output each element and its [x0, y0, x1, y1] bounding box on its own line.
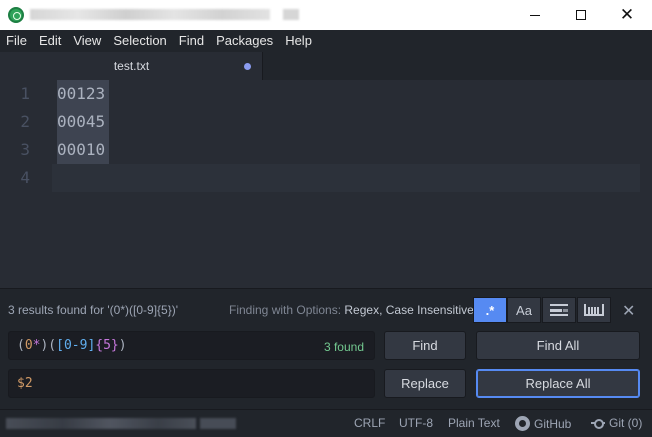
code-line[interactable]: 00010 [57, 136, 105, 164]
git-panel-button[interactable]: Git (0) [591, 416, 642, 430]
menu-edit[interactable]: Edit [33, 30, 67, 52]
find-options-summary: Finding with Options: Regex, Case Insens… [229, 303, 474, 317]
find-all-button[interactable]: Find All [476, 331, 640, 360]
tab-test-txt[interactable]: test.txt [0, 52, 263, 80]
menu-find[interactable]: Find [173, 30, 210, 52]
window-title-redacted-tail [283, 9, 299, 20]
query-token: )( [40, 338, 57, 353]
github-panel-button[interactable]: GitHub [515, 416, 571, 431]
close-icon: ✕ [619, 4, 635, 25]
menu-bar: File Edit View Selection Find Packages H… [0, 30, 652, 52]
found-count-badge: 3 found [323, 340, 364, 354]
replace-value-text[interactable]: $2 [17, 376, 33, 391]
github-label: GitHub [534, 416, 572, 431]
find-options-value: Regex, Case Insensitive [344, 303, 474, 317]
case-sensitive-toggle-button[interactable]: Aa [507, 297, 541, 323]
line-number: 2 [20, 112, 30, 131]
cursor-line-highlight [52, 164, 640, 192]
modified-dot-icon[interactable] [244, 63, 251, 70]
line-number: 3 [20, 140, 30, 159]
case-sensitive-icon: Aa [516, 302, 532, 318]
whole-word-toggle-button[interactable] [577, 297, 611, 323]
maximize-button[interactable] [558, 0, 604, 30]
menu-packages[interactable]: Packages [210, 30, 279, 52]
window-title-redacted [30, 9, 270, 20]
query-token: {5} [95, 338, 119, 353]
line-number: 4 [20, 168, 30, 187]
tab-bar: test.txt [0, 52, 652, 80]
find-input[interactable]: (0*)([0-9]{5}) 3 found [8, 331, 375, 360]
find-replace-panel: 3 results found for '(0*)([0-9]{5})' Fin… [0, 288, 652, 409]
find-options-prefix: Finding with Options: [229, 303, 345, 317]
replace-button[interactable]: Replace [384, 369, 466, 398]
query-token: ) [118, 338, 127, 353]
query-token: [0-9] [56, 338, 96, 353]
code-line[interactable]: 00045 [57, 108, 105, 136]
find-results-message: 3 results found for '(0*)([0-9]{5})' [8, 303, 178, 317]
code-line[interactable]: 00123 [57, 80, 105, 108]
title-bar: ✕ [0, 0, 652, 30]
replace-input[interactable]: $2 [8, 369, 375, 398]
query-token: ( [17, 338, 25, 353]
menu-view[interactable]: View [67, 30, 107, 52]
minimize-icon [530, 14, 540, 16]
maximize-icon [576, 10, 586, 20]
replace-all-button[interactable]: Replace All [476, 369, 640, 398]
find-query-text[interactable]: (0*)([0-9]{5}) [17, 338, 127, 353]
minimize-button[interactable] [512, 0, 558, 30]
line-number: 1 [20, 84, 30, 103]
encoding-selector[interactable]: UTF-8 [399, 416, 433, 430]
find-button[interactable]: Find [384, 331, 466, 360]
github-icon [515, 416, 530, 431]
editor-pane[interactable]: 1 2 3 4 00123 00045 00010 [0, 80, 652, 288]
close-find-panel-icon[interactable]: ✕ [622, 301, 635, 320]
tab-title: test.txt [113, 59, 150, 73]
file-path-redacted [6, 418, 196, 429]
menu-selection[interactable]: Selection [107, 30, 172, 52]
regex-icon: .* [485, 302, 495, 318]
in-selection-icon [550, 304, 568, 316]
atom-app-icon [8, 7, 24, 23]
menu-file[interactable]: File [0, 30, 33, 52]
line-ending-selector[interactable]: CRLF [354, 416, 385, 430]
git-commit-icon [591, 419, 605, 429]
cursor-position-redacted [200, 418, 236, 429]
status-bar: CRLF UTF-8 Plain Text GitHub Git (0) [0, 409, 652, 437]
git-label: Git (0) [609, 416, 643, 430]
line-number-gutter: 1 2 3 4 [0, 80, 52, 288]
menu-help[interactable]: Help [279, 30, 318, 52]
close-window-button[interactable]: ✕ [604, 0, 650, 30]
in-selection-toggle-button[interactable] [542, 297, 576, 323]
regex-toggle-button[interactable]: .* [473, 297, 507, 323]
grammar-selector[interactable]: Plain Text [448, 416, 500, 430]
query-token: 0 [24, 338, 33, 353]
whole-word-icon [584, 304, 604, 316]
